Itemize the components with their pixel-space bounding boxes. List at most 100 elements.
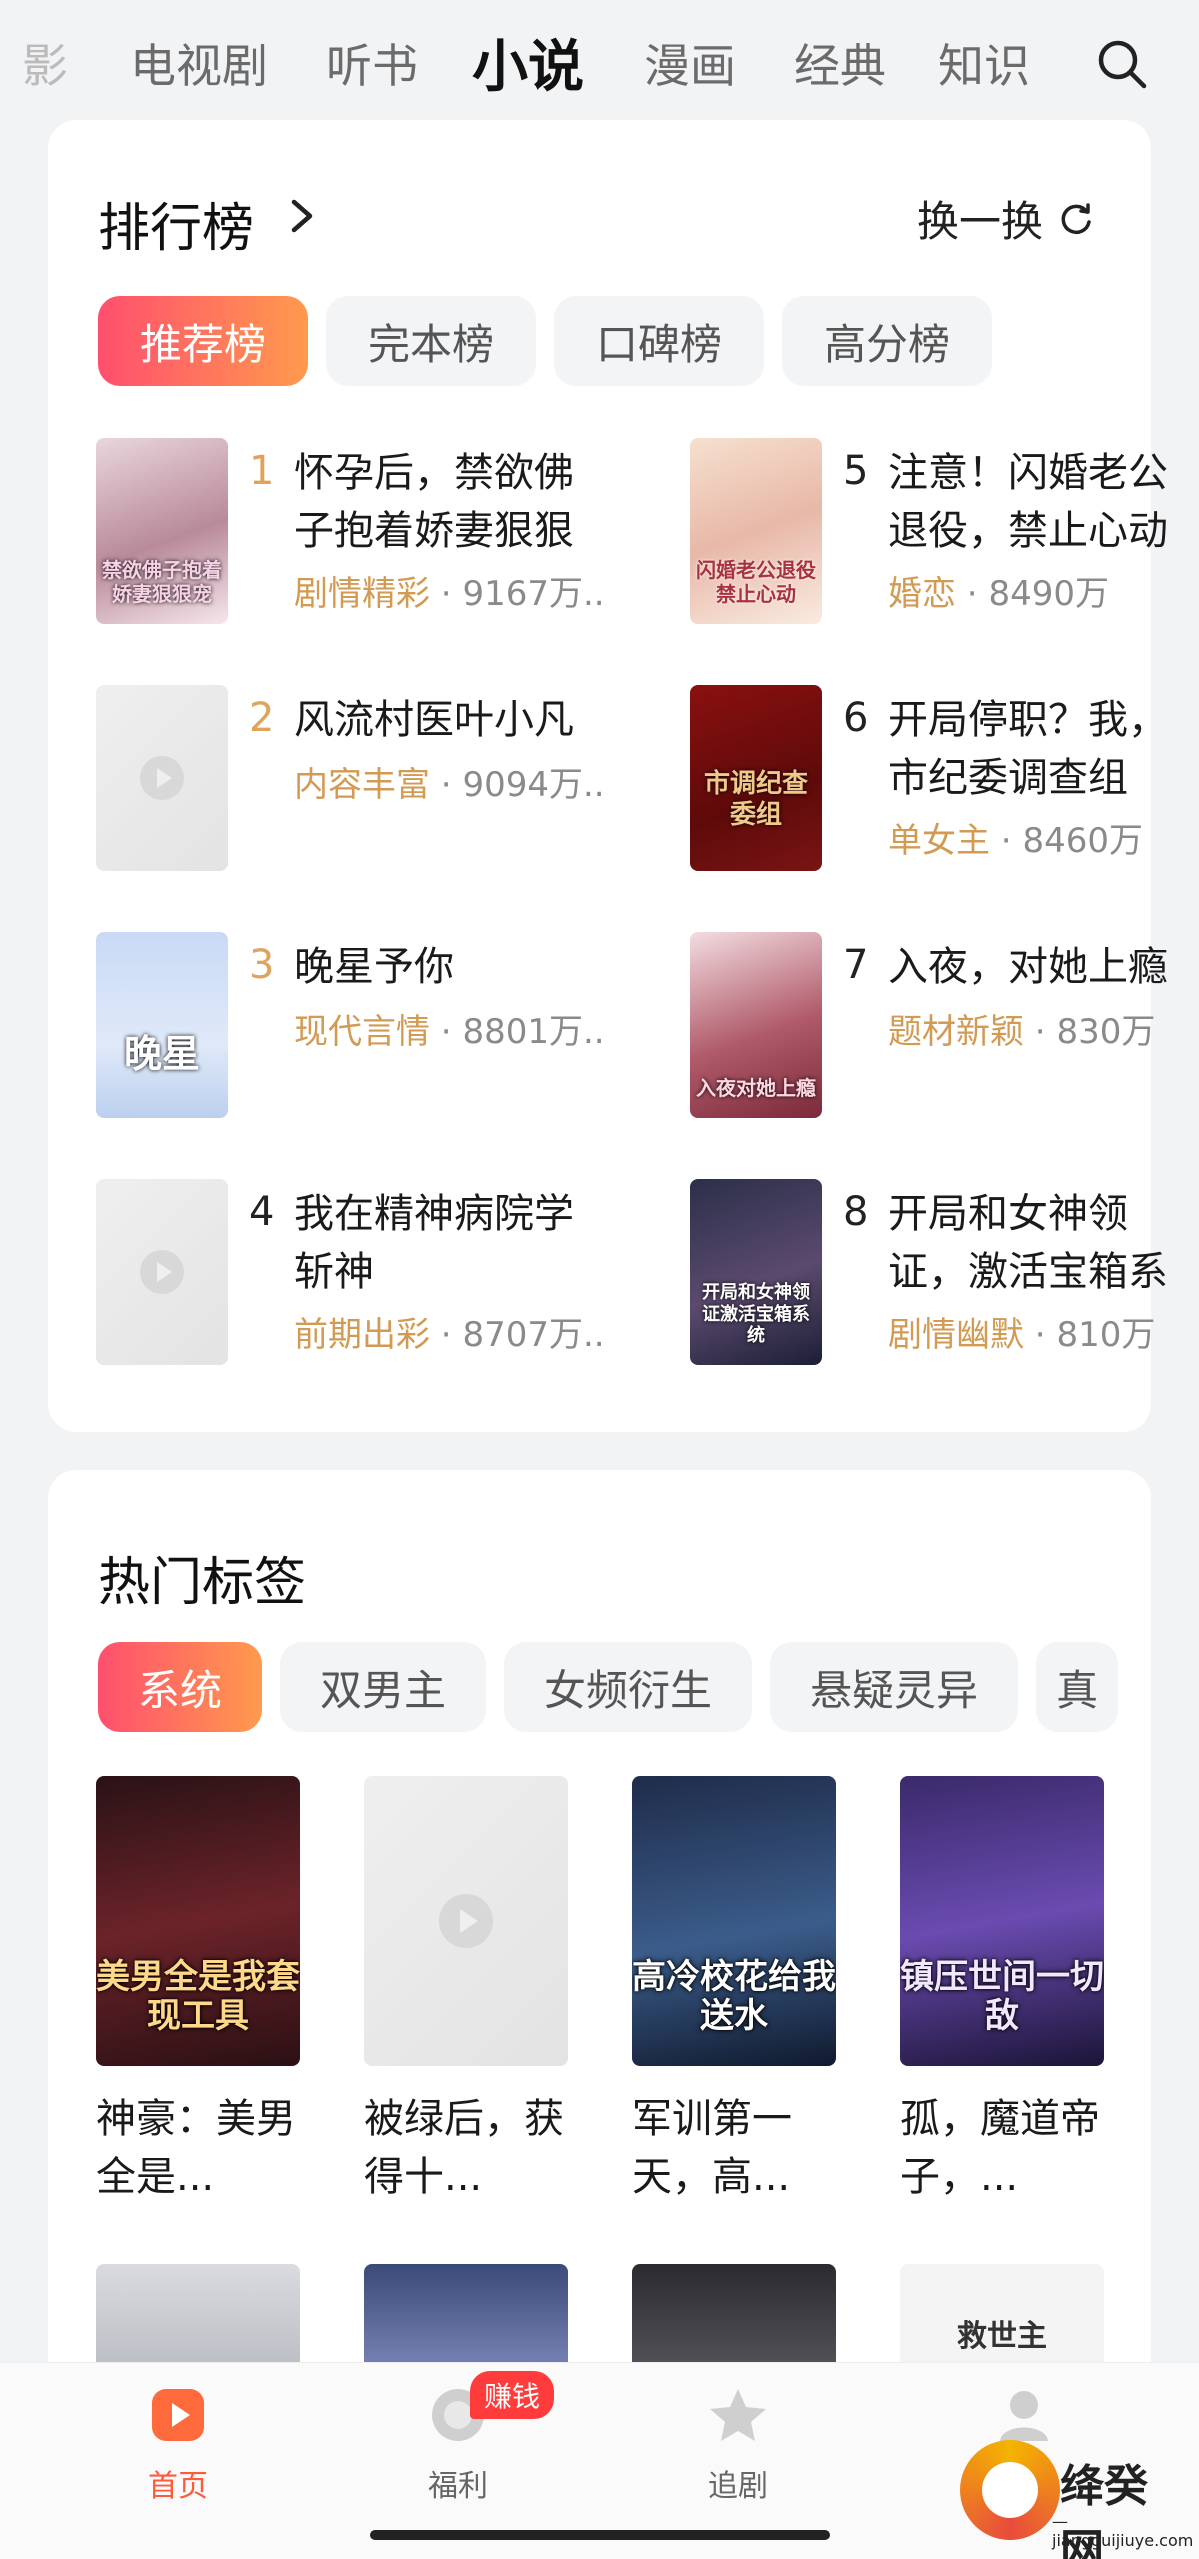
rank-number: 6 <box>843 695 869 741</box>
book-cover-placeholder <box>364 1776 568 2066</box>
rank-item-8[interactable]: 开局和女神领证激活宝箱系统 8 开局和女神领证，激活宝箱系统 剧情幽默 · 81… <box>690 1179 1190 1369</box>
rank-item-3[interactable]: 晚星 3 晚星予你 现代言情 · 8801万... <box>96 932 604 1122</box>
tag-book-7[interactable] <box>632 2264 842 2374</box>
tab-movie[interactable]: 影 <box>22 30 68 96</box>
tag-book-2[interactable]: 被绿后，获得十... <box>364 1776 574 2206</box>
earn-badge: 赚钱 <box>470 2371 555 2419</box>
rank-item-4[interactable]: 4 我在精神病院学斩神 前期出彩 · 8707万... <box>96 1179 604 1369</box>
play-icon <box>140 756 184 800</box>
book-meta: 剧情幽默 · 810万 <box>888 1315 1156 1355</box>
tab-classic[interactable]: 经典 <box>794 30 886 96</box>
book-cover: 美男全是我套现工具 <box>96 1776 300 2066</box>
nav-follow[interactable]: 追剧 <box>658 2383 818 2505</box>
search-icon[interactable] <box>1094 36 1150 92</box>
chip-reputation[interactable]: 口碑榜 <box>554 296 764 386</box>
chip-system[interactable]: 系统 <box>98 1642 263 1732</box>
chip-female-derivative[interactable]: 女频衍生 <box>504 1642 753 1732</box>
book-meta: 剧情精彩 · 9167万... <box>294 574 604 614</box>
book-cover <box>632 2264 836 2374</box>
book-meta: 内容丰富 · 9094万... <box>294 765 604 805</box>
nav-welfare[interactable]: 赚钱 福利 <box>378 2371 555 2505</box>
rank-item-7[interactable]: 入夜对她上瘾 7 入夜，对她上瘾 题材新颖 · 830万 <box>690 932 1190 1122</box>
rank-item-6[interactable]: 市调纪查委组 6 开局停职？我，市纪委调查组 单女主 · 8460万 <box>690 685 1190 875</box>
play-icon <box>140 1250 184 1294</box>
refresh-button[interactable]: 换一换 <box>917 188 1095 249</box>
book-title: 我在精神病院学斩神 <box>294 1191 574 1295</box>
watermark: 绛癸网 —jiangguijiuye.com— <box>960 2440 1193 2559</box>
book-cover: 市调纪查委组 <box>690 685 822 871</box>
rank-item-1[interactable]: 禁欲佛子抱着娇妻狠狠宠 1 怀孕后，禁欲佛子抱着娇妻狠狠宠 剧情精彩 · 916… <box>96 438 604 628</box>
chip-recommended[interactable]: 推荐榜 <box>98 296 308 386</box>
rank-number: 8 <box>843 1189 869 1235</box>
book-cover: 闪婚老公退役禁止心动 <box>690 438 822 624</box>
tag-chip-row: 系统 双男主 女频衍生 悬疑灵异 真 <box>98 1642 1119 1732</box>
chip-double-male[interactable]: 双男主 <box>280 1642 487 1732</box>
ranking-card: 排行榜 换一换 推荐榜 完本榜 口碑榜 高分榜 禁欲佛子抱着娇妻狠狠宠 1 怀孕… <box>48 120 1168 1432</box>
user-icon <box>1000 2391 1048 2441</box>
tab-comic[interactable]: 漫画 <box>644 30 736 96</box>
chip-more[interactable]: 真 <box>1036 1642 1119 1732</box>
book-title: 神豪：美男全是... <box>96 2096 296 2200</box>
play-icon <box>439 1894 493 1948</box>
tag-book-4[interactable]: 镇压世间一切敌 孤，魔道帝子，... <box>900 1776 1110 2206</box>
book-meta: 现代言情 · 8801万... <box>294 1012 604 1052</box>
book-title: 怀孕后，禁欲佛子抱着娇妻狠狠宠 <box>294 450 574 554</box>
watermark-url: —jiangguijiuye.com— <box>1052 2512 1194 2559</box>
tab-audiobook[interactable]: 听书 <box>326 30 418 96</box>
rank-item-2[interactable]: 2 风流村医叶小凡 内容丰富 · 9094万... <box>96 685 604 875</box>
refresh-label: 换一换 <box>916 197 1043 246</box>
book-cover: 救世主 <box>900 2264 1104 2374</box>
book-cover: 入夜对她上瘾 <box>690 932 822 1118</box>
watermark-logo-icon <box>960 2440 1060 2540</box>
book-title: 被绿后，获得十... <box>364 2096 564 2200</box>
refresh-icon <box>1061 202 1091 234</box>
book-cover: 晚星 <box>96 932 228 1118</box>
tab-novel[interactable]: 小说 <box>472 22 584 103</box>
book-cover-placeholder <box>96 1179 228 1365</box>
star-icon <box>710 2389 766 2441</box>
book-cover: 禁欲佛子抱着娇妻狠狠宠 <box>96 438 228 624</box>
book-title: 开局和女神领证，激活宝箱系统 <box>888 1191 1168 1295</box>
book-title: 军训第一天，高... <box>632 2096 792 2200</box>
tag-book-6[interactable] <box>364 2264 574 2374</box>
nav-home[interactable]: 首页 <box>98 2383 258 2505</box>
book-cover: 开局和女神领证激活宝箱系统 <box>690 1179 822 1365</box>
rank-number: 4 <box>249 1189 275 1235</box>
book-meta: 前期出彩 · 8707万... <box>294 1315 604 1355</box>
book-cover: 高冷校花给我送水 <box>632 1776 836 2066</box>
book-meta: 单女主 · 8460万 <box>888 821 1143 861</box>
chevron-right-icon[interactable] <box>284 196 320 236</box>
book-title: 入夜，对她上瘾 <box>888 944 1168 990</box>
chip-mystery[interactable]: 悬疑灵异 <box>770 1642 1019 1732</box>
tab-knowledge[interactable]: 知识 <box>938 30 1030 96</box>
home-play-icon <box>152 2389 204 2441</box>
rank-number: 2 <box>249 695 275 741</box>
tag-book-1[interactable]: 美男全是我套现工具 神豪：美男全是... <box>96 1776 306 2206</box>
tag-book-5[interactable] <box>96 2264 306 2374</box>
ranking-chip-row: 推荐榜 完本榜 口碑榜 高分榜 <box>98 296 992 386</box>
book-title: 孤，魔道帝子，... <box>900 2096 1100 2200</box>
tab-tv[interactable]: 电视剧 <box>130 30 268 96</box>
rank-number: 7 <box>843 942 869 988</box>
rank-number: 1 <box>249 448 275 494</box>
chip-completed[interactable]: 完本榜 <box>326 296 536 386</box>
book-meta: 婚恋 · 8490万 <box>888 574 1109 614</box>
book-title: 注意！闪婚老公退役，禁止心动 <box>888 450 1168 554</box>
tag-book-3[interactable]: 高冷校花给我送水 军训第一天，高... <box>632 1776 842 2206</box>
rank-number: 3 <box>249 942 275 988</box>
tag-book-8[interactable]: 救世主 <box>900 2264 1110 2374</box>
book-title: 开局停职？我，市纪委调查组 <box>888 697 1168 801</box>
hot-tags-title: 热门标签 <box>98 1553 307 1613</box>
ranking-title[interactable]: 排行榜 <box>98 186 254 261</box>
rank-number: 5 <box>843 448 869 494</box>
chip-high-score[interactable]: 高分榜 <box>782 296 992 386</box>
book-title: 风流村医叶小凡 <box>294 697 574 743</box>
book-title: 晚星予你 <box>294 944 454 990</box>
book-cover: 镇压世间一切敌 <box>900 1776 1104 2066</box>
top-tab-bar: 影 电视剧 听书 小说 漫画 经典 知识 <box>0 0 1199 120</box>
book-meta: 题材新颖 · 830万 <box>888 1012 1156 1052</box>
book-cover-placeholder <box>96 685 228 871</box>
home-indicator <box>370 2530 830 2540</box>
rank-item-5[interactable]: 闪婚老公退役禁止心动 5 注意！闪婚老公退役，禁止心动 婚恋 · 8490万 <box>690 438 1190 628</box>
book-cover <box>364 2264 568 2374</box>
